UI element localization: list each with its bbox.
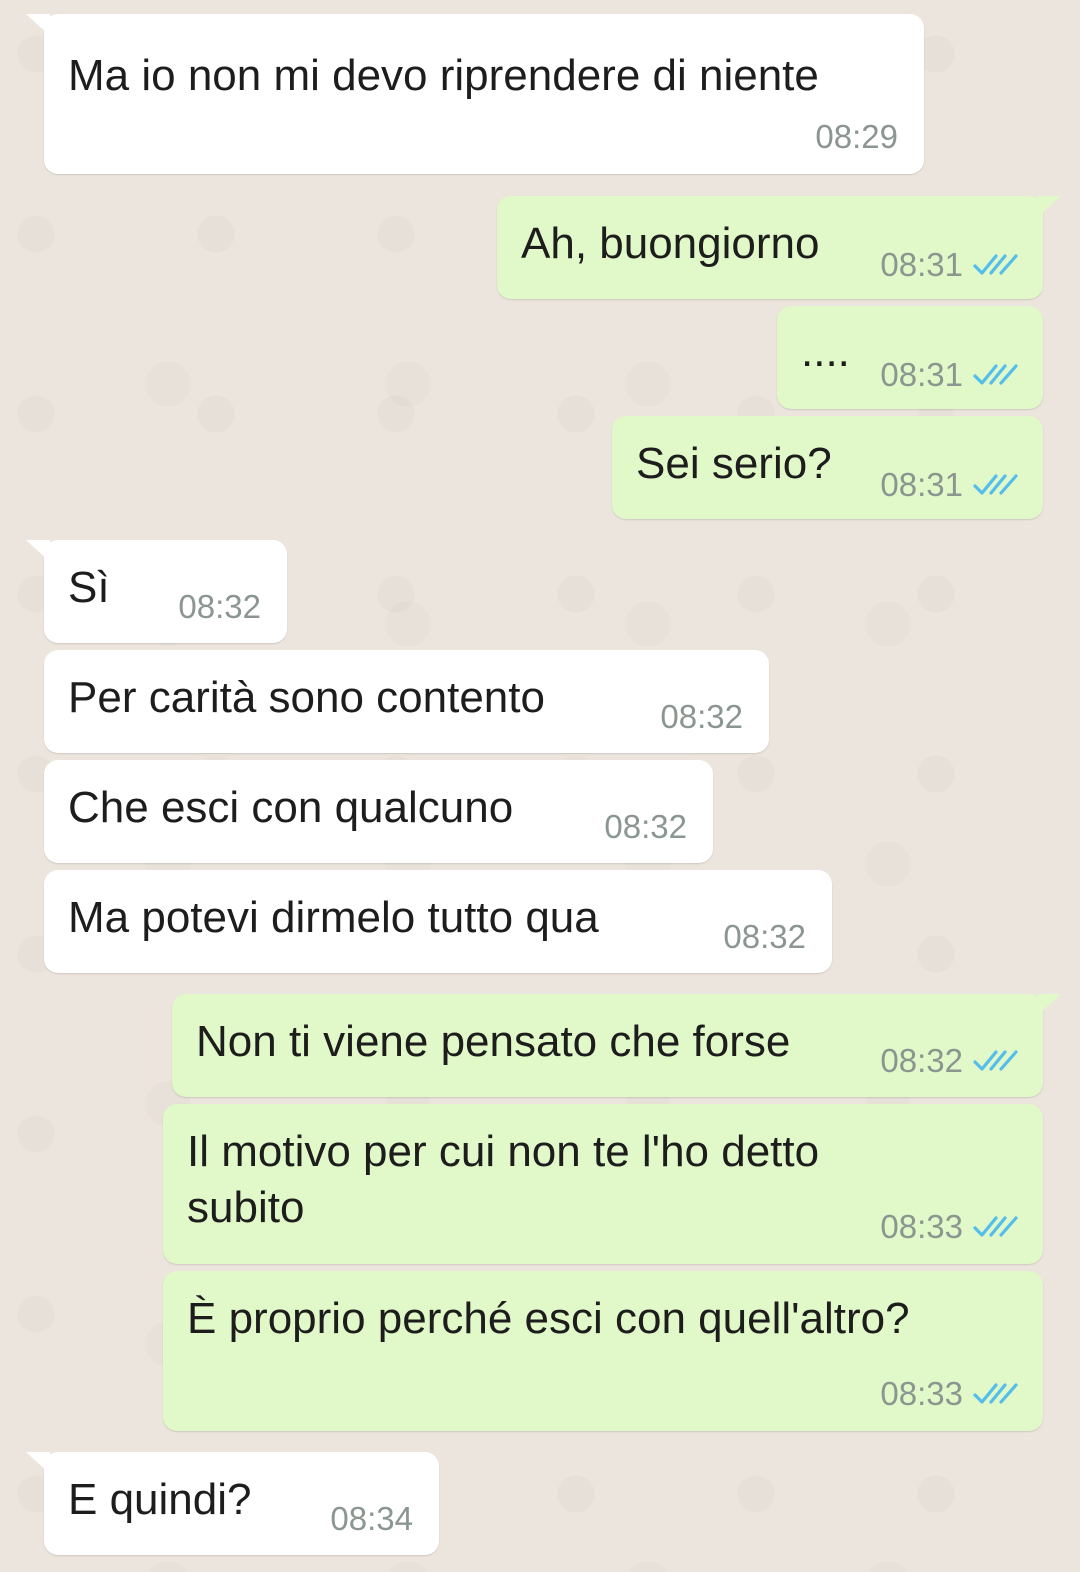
message-meta: 08:33 — [880, 1375, 1019, 1413]
chat-conversation: Ma io non mi devo riprendere di niente 0… — [0, 0, 1080, 1572]
message-meta: 08:34 — [330, 1500, 413, 1538]
message-text: Sì — [68, 563, 110, 612]
message-text: Ma io non mi devo riprendere di niente — [68, 51, 819, 100]
message-meta: 08:32 — [178, 588, 261, 626]
message-time: 08:32 — [880, 1042, 963, 1079]
message-incoming[interactable]: Per carità sono contento 08:32 — [44, 650, 769, 753]
message-meta: 08:32 — [604, 808, 687, 846]
message-meta: 08:31 — [880, 246, 1019, 284]
message-time: 08:34 — [330, 1500, 413, 1537]
read-double-check-icon — [973, 474, 1018, 495]
message-incoming[interactable]: E quindi? 08:34 — [26, 1452, 439, 1555]
message-incoming[interactable]: Che esci con qualcuno 08:32 — [44, 760, 713, 863]
message-time: 08:33 — [880, 1208, 963, 1245]
message-outgoing[interactable]: Non ti viene pensato che forse 08:32 — [172, 994, 1061, 1097]
message-time: 08:32 — [660, 698, 743, 735]
message-outgoing[interactable]: Sei serio? 08:31 — [612, 416, 1043, 519]
message-time: 08:29 — [815, 118, 898, 155]
message-meta: 08:31 — [880, 466, 1019, 504]
message-time: 08:32 — [178, 588, 261, 625]
read-double-check-icon — [973, 1050, 1018, 1071]
message-time: 08:32 — [604, 808, 687, 845]
message-text: Ma potevi dirmelo tutto qua — [68, 893, 599, 942]
message-outgoing[interactable]: .... 08:31 — [777, 306, 1043, 409]
message-time: 08:33 — [880, 1375, 963, 1412]
message-text: .... — [801, 327, 850, 376]
read-double-check-icon — [973, 364, 1018, 385]
message-text: È proprio perché esci con quell'altro? — [187, 1294, 910, 1343]
message-incoming[interactable]: Sì 08:32 — [26, 540, 287, 643]
message-text: Sei serio? — [636, 439, 832, 488]
message-meta: 08:33 — [880, 1208, 1019, 1246]
message-incoming[interactable]: Ma potevi dirmelo tutto qua 08:32 — [44, 870, 832, 973]
message-time: 08:32 — [723, 918, 806, 955]
message-meta: 08:31 — [880, 356, 1019, 394]
message-outgoing[interactable]: Ah, buongiorno 08:31 — [497, 196, 1061, 299]
message-meta: 08:32 — [880, 1042, 1019, 1080]
message-meta: 08:29 — [815, 118, 898, 156]
message-text: Non ti viene pensato che forse — [196, 1017, 791, 1066]
message-text: Ah, buongiorno — [521, 219, 820, 268]
message-text: Il motivo per cui non te l'ho detto subi… — [187, 1127, 820, 1232]
message-outgoing[interactable]: Il motivo per cui non te l'ho detto subi… — [163, 1104, 1043, 1264]
message-text: E quindi? — [68, 1475, 252, 1524]
message-time: 08:31 — [880, 466, 963, 503]
read-double-check-icon — [973, 1216, 1018, 1237]
read-double-check-icon — [973, 1383, 1018, 1404]
message-time: 08:31 — [880, 246, 963, 283]
message-outgoing[interactable]: È proprio perché esci con quell'altro? 0… — [163, 1271, 1043, 1431]
message-incoming[interactable]: Ma io non mi devo riprendere di niente 0… — [26, 14, 924, 174]
message-text: Che esci con qualcuno — [68, 783, 514, 832]
message-text: Per carità sono contento — [68, 673, 545, 722]
message-meta: 08:32 — [660, 698, 743, 736]
message-meta: 08:32 — [723, 918, 806, 956]
read-double-check-icon — [973, 254, 1018, 275]
message-time: 08:31 — [880, 356, 963, 393]
